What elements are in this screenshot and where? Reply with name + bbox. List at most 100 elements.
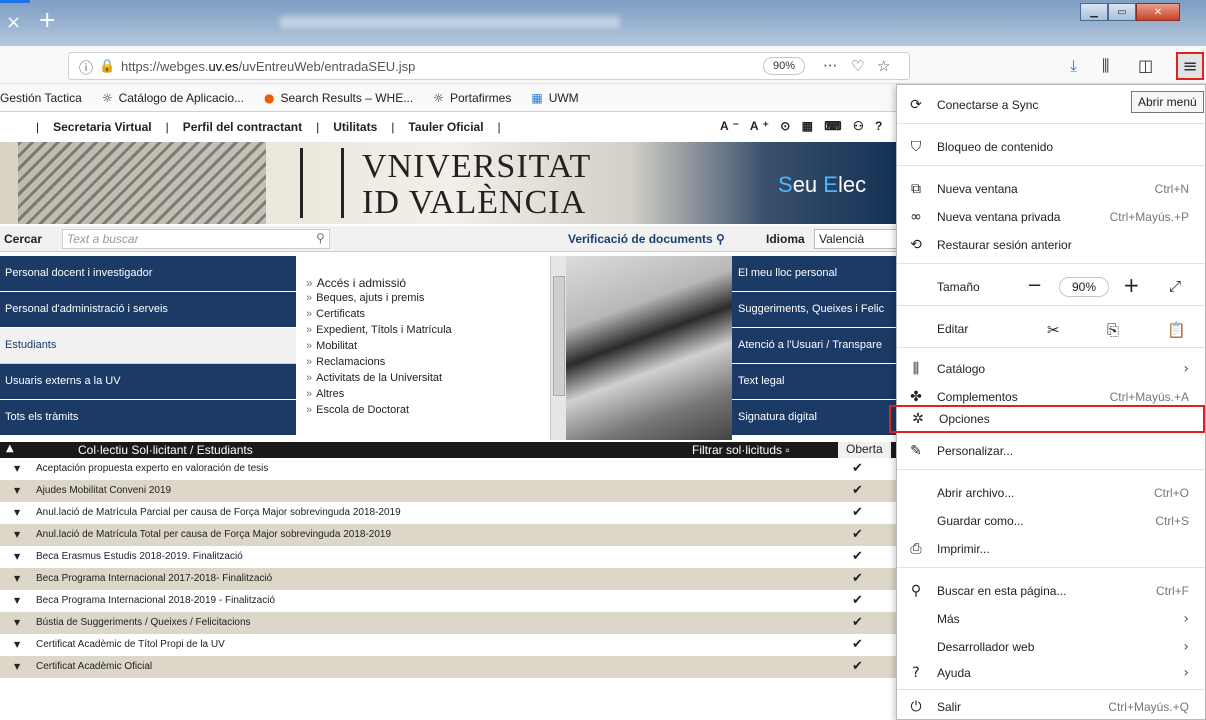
library-icon[interactable]: ⫼ <box>1102 56 1109 76</box>
zoom-in-button[interactable]: + <box>1123 273 1140 297</box>
downloads-icon[interactable]: ⤓ <box>1070 56 1077 76</box>
bookmark-item[interactable]: ☼ Portafirmes <box>433 91 511 105</box>
submenu-item[interactable]: » Reclamacions <box>306 356 385 368</box>
close-tab-icon[interactable]: × <box>6 12 21 33</box>
filter-requests-link[interactable]: Filtrar sol·licituds ▫ <box>692 443 790 457</box>
menu-lloc-personal[interactable]: El meu lloc personal <box>732 256 900 292</box>
menu-signatura-digital[interactable]: Signatura digital <box>732 400 900 436</box>
menu-text-legal[interactable]: Text legal <box>732 364 900 400</box>
menu-customize[interactable]: ✎ Personalizar... <box>897 437 1205 465</box>
menu-private-window[interactable]: ∞ Nueva ventana privada Ctrl+Mayús.+P <box>897 203 1205 231</box>
sidebar-icon[interactable]: ◫ <box>1138 56 1153 75</box>
submenu-item[interactable]: » Altres <box>306 388 344 400</box>
table-row[interactable]: ▼ Ajudes Mobilitat Conveni 2019 ✔ <box>0 480 900 502</box>
minimize-button[interactable]: ▁ <box>1080 3 1108 21</box>
menu-sync[interactable]: ⟳ Conectarse a Sync <box>897 91 1205 119</box>
table-row[interactable]: ▼ Anul.lació de Matrícula Total per causa… <box>0 524 900 546</box>
menu-restore-session[interactable]: ⟲ Restaurar sesión anterior <box>897 231 1205 259</box>
paste-icon[interactable]: 📋 <box>1167 321 1186 339</box>
table-row[interactable]: ▼ Certificat Acadèmic Oficial ✔ <box>0 656 900 678</box>
close-window-button[interactable]: ✕ <box>1136 3 1180 21</box>
collapse-icon[interactable]: ▲ <box>6 443 14 454</box>
zoom-out-button[interactable]: − <box>1027 275 1042 296</box>
language-select[interactable]: Valencià <box>814 229 900 249</box>
expand-icon[interactable]: ▼ <box>14 656 20 678</box>
expand-icon[interactable]: ▼ <box>14 502 20 524</box>
menu-library[interactable]: ⫼ Catálogo › <box>897 355 1205 383</box>
nav-tauler-oficial[interactable]: Tauler Oficial <box>408 120 483 134</box>
expand-icon[interactable]: ▼ <box>14 524 20 546</box>
table-row[interactable]: ▼ Beca Erasmus Estudis 2018-2019. Finalit… <box>0 546 900 568</box>
table-row[interactable]: ▼ Beca Programa Internacional 2017-2018- … <box>0 568 900 590</box>
menu-more[interactable]: Más › <box>897 605 1205 633</box>
submenu-item[interactable]: » Beques, ajuts i premis <box>306 292 424 304</box>
zoom-indicator[interactable]: 90% <box>763 57 805 75</box>
menu-quit[interactable]: ⏻ Salir Ctrl+Mayús.+Q <box>897 693 1205 720</box>
expand-icon[interactable]: ▼ <box>14 458 20 480</box>
zoom-reset-button[interactable]: 90% <box>1059 277 1109 297</box>
page-actions-icon[interactable]: ··· <box>823 57 837 75</box>
expand-icon[interactable]: ▼ <box>14 590 20 612</box>
menu-web-developer[interactable]: Desarrollador web › <box>897 633 1205 661</box>
submenu-item[interactable]: » Activitats de la Universitat <box>306 372 442 384</box>
menu-print[interactable]: ⎙ Imprimir... <box>897 535 1205 563</box>
submenu-item[interactable]: » Expedient, Títols i Matrícula <box>306 324 452 336</box>
submenu-scrollbar[interactable] <box>550 256 566 440</box>
lock-icon[interactable]: 🔒 <box>99 58 115 74</box>
table-row[interactable]: ▼ Aceptación propuesta experto en valorac… <box>0 458 900 480</box>
maximize-button[interactable]: ▭ <box>1108 3 1136 21</box>
menu-help[interactable]: ? Ayuda › <box>897 659 1205 687</box>
pocket-icon[interactable]: ♡ <box>851 57 864 75</box>
hamburger-menu-button[interactable]: ≡ <box>1176 52 1204 80</box>
scrollbar-thumb[interactable] <box>553 276 565 396</box>
menu-usuaris-externs[interactable]: Usuaris externs a la UV <box>0 364 296 400</box>
menu-pas[interactable]: Personal d'administració i serveis <box>0 292 296 328</box>
submenu-item[interactable]: » Mobilitat <box>306 340 357 352</box>
nav-utilitats[interactable]: Utilitats <box>333 120 377 134</box>
menu-suggeriments[interactable]: Suggeriments, Queixes i Felic <box>732 292 900 328</box>
open-column-header[interactable]: Oberta <box>838 442 891 458</box>
menu-options[interactable]: ✲ Opciones <box>889 405 1205 433</box>
url-text[interactable]: https://webges.uv.es/uvEntreuWeb/entrada… <box>121 59 415 74</box>
university-logo[interactable]: VNIVERSITAT ID VALÈNCIA <box>300 146 680 222</box>
search-input[interactable]: Text a buscar <box>62 229 330 249</box>
expand-icon[interactable]: ▼ <box>14 612 20 634</box>
submenu-item[interactable]: » Certificats <box>306 308 365 320</box>
fullscreen-icon[interactable]: ⤢ <box>1169 277 1181 295</box>
table-row[interactable]: ▼ Anul.lació de Matrícula Parcial per cau… <box>0 502 900 524</box>
check-icon: ✔ <box>852 593 863 608</box>
search-icon[interactable]: ⚲ <box>316 231 325 245</box>
table-row[interactable]: ▼ Beca Programa Internacional 2018-2019 -… <box>0 590 900 612</box>
bookmark-item[interactable]: ☼ Catálogo de Aplicacio... <box>102 91 244 105</box>
table-row[interactable]: ▼ Certificat Acadèmic de Títol Propi de l… <box>0 634 900 656</box>
new-tab-button[interactable]: + <box>38 8 56 33</box>
nav-perfil-contractant[interactable]: Perfil del contractant <box>183 120 302 134</box>
expand-icon[interactable]: ▼ <box>14 480 20 502</box>
menu-find[interactable]: ⚲ Buscar en esta página... Ctrl+F <box>897 577 1205 605</box>
submenu-item[interactable]: » Accés i admissió <box>306 276 406 290</box>
menu-open-file[interactable]: Abrir archivo... Ctrl+O <box>897 479 1205 507</box>
menu-new-window[interactable]: ⧉ Nueva ventana Ctrl+N <box>897 175 1205 203</box>
expand-icon[interactable]: ▼ <box>14 634 20 656</box>
menu-pdi[interactable]: Personal docent i investigador <box>0 256 296 292</box>
nav-secretaria-virtual[interactable]: Secretaria Virtual <box>53 120 152 134</box>
url-bar[interactable]: ⓘ 🔒 https://webges.uv.es/uvEntreuWeb/ent… <box>68 52 910 80</box>
menu-atencio-usuari[interactable]: Atenció a l'Usuari / Transpare <box>732 328 900 364</box>
submenu-item[interactable]: » Escola de Doctorat <box>306 404 409 416</box>
accessibility-tools[interactable]: A⁻ A⁺ ⊙ ▦ ⌨ ⚇ ? <box>720 119 886 133</box>
bookmark-item[interactable]: ▦ UWM <box>531 91 578 105</box>
expand-icon[interactable]: ▼ <box>14 568 20 590</box>
menu-content-blocking[interactable]: ⛉ Bloqueo de contenido <box>897 133 1205 161</box>
menu-estudiants[interactable]: Estudiants <box>0 328 296 364</box>
expand-icon[interactable]: ▼ <box>14 546 20 568</box>
copy-icon[interactable]: ⎘ <box>1107 321 1119 339</box>
menu-tots-tramits[interactable]: Tots els tràmits <box>0 400 296 436</box>
menu-save-as[interactable]: Guardar como... Ctrl+S <box>897 507 1205 535</box>
site-info-icon[interactable]: ⓘ <box>79 58 93 78</box>
bookmark-item[interactable]: ● Search Results – WHE... <box>264 91 413 105</box>
table-row[interactable]: ▼ Bústia de Suggeriments / Queixes / Feli… <box>0 612 900 634</box>
cut-icon[interactable]: ✂ <box>1047 321 1060 339</box>
verify-documents-link[interactable]: Verificació de documents ⚲ <box>568 232 725 246</box>
bookmark-star-icon[interactable]: ☆ <box>877 57 890 75</box>
bookmark-item[interactable]: Gestión Tactica <box>0 91 82 105</box>
